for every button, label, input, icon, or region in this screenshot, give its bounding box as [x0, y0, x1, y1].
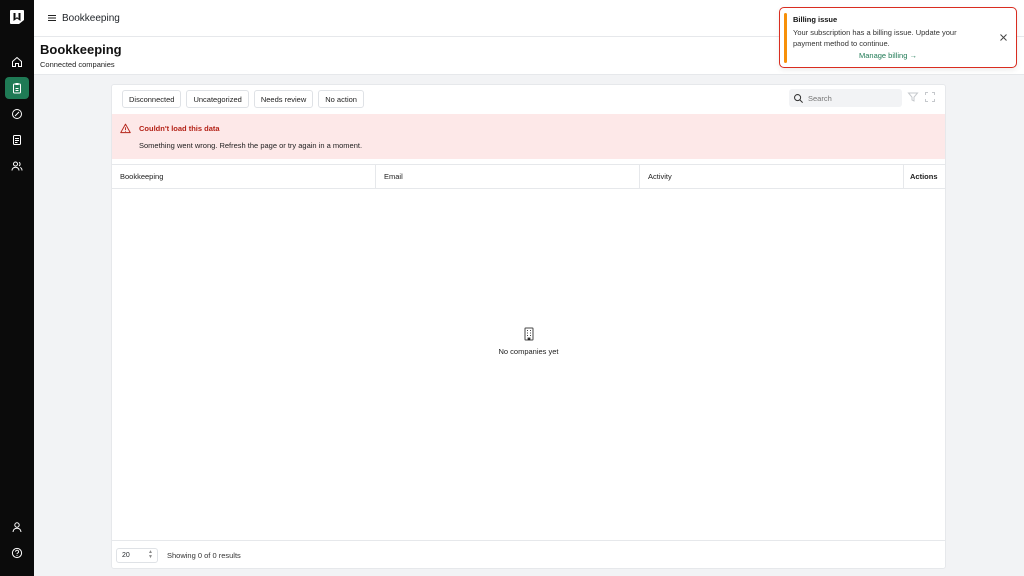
- top-bar-title: Bookkeeping: [62, 13, 120, 24]
- column-header-activity[interactable]: Activity: [640, 165, 904, 188]
- billing-toast: Billing issue Your subscription has a bi…: [779, 7, 1017, 68]
- column-header-email[interactable]: Email: [376, 165, 640, 188]
- filter-disconnected[interactable]: Disconnected: [122, 90, 182, 108]
- filter-no-action[interactable]: No action: [318, 90, 364, 108]
- select-arrows-icon: ▲ ▼: [148, 549, 153, 560]
- home-icon: [12, 56, 22, 67]
- document-icon: [13, 135, 21, 145]
- nav-bookkeeping[interactable]: [5, 77, 29, 99]
- filter-needs-review[interactable]: Needs review: [253, 90, 314, 108]
- empty-state: No companies yet: [112, 327, 945, 356]
- close-icon[interactable]: [999, 33, 1008, 42]
- manage-billing-link[interactable]: Manage billing →: [859, 51, 917, 60]
- column-header-bookkeeping[interactable]: Bookkeeping: [112, 165, 376, 188]
- nav-home[interactable]: [5, 51, 29, 73]
- left-nav-rail: [0, 0, 34, 576]
- clipboard-icon: [13, 83, 21, 94]
- search-input[interactable]: [808, 93, 898, 103]
- building-icon: [524, 327, 533, 341]
- error-banner: Couldn't load this data Something went w…: [112, 114, 945, 159]
- toast-accent-bar: [784, 13, 787, 63]
- page-size-select[interactable]: 20 ▲ ▼: [116, 548, 158, 563]
- error-message: Something went wrong. Refresh the page o…: [139, 141, 363, 150]
- results-count: Showing 0 of 0 results: [167, 551, 241, 560]
- fullscreen-icon[interactable]: [924, 91, 936, 103]
- page-subtitle: Connected companies: [40, 60, 115, 69]
- nav-insights[interactable]: [5, 103, 29, 125]
- nav-users[interactable]: [5, 155, 29, 177]
- toast-message: Your subscription has a billing issue. U…: [793, 28, 957, 48]
- users-icon: [11, 161, 23, 171]
- gauge-icon: [12, 109, 22, 119]
- filter-uncategorized[interactable]: Uncategorized: [186, 90, 249, 108]
- search-box[interactable]: [789, 89, 902, 107]
- page-title: Bookkeeping: [40, 42, 122, 57]
- help-icon: [11, 547, 23, 559]
- table-footer: 20 ▲ ▼ Showing 0 of 0 results: [112, 540, 945, 569]
- filter-icon[interactable]: [907, 91, 919, 103]
- error-title: Couldn't load this data: [139, 124, 220, 133]
- table-header: Bookkeeping Email Activity Actions: [112, 164, 945, 189]
- hamburger-menu-icon[interactable]: [46, 12, 58, 24]
- page-size-value: 20: [122, 552, 130, 559]
- nav-profile[interactable]: [5, 516, 29, 538]
- app-logo-icon: [10, 10, 24, 24]
- table-tools: [907, 91, 936, 103]
- warning-icon: [120, 123, 131, 134]
- toast-title: Billing issue: [793, 15, 838, 24]
- search-icon: [794, 93, 803, 103]
- column-header-actions: Actions: [910, 172, 938, 181]
- nav-reports[interactable]: [5, 129, 29, 151]
- empty-state-text: No companies yet: [498, 347, 559, 356]
- filter-chips: Disconnected Uncategorized Needs review …: [122, 90, 364, 108]
- companies-card: Disconnected Uncategorized Needs review …: [111, 84, 946, 569]
- user-icon: [12, 522, 22, 533]
- nav-help[interactable]: [5, 542, 29, 564]
